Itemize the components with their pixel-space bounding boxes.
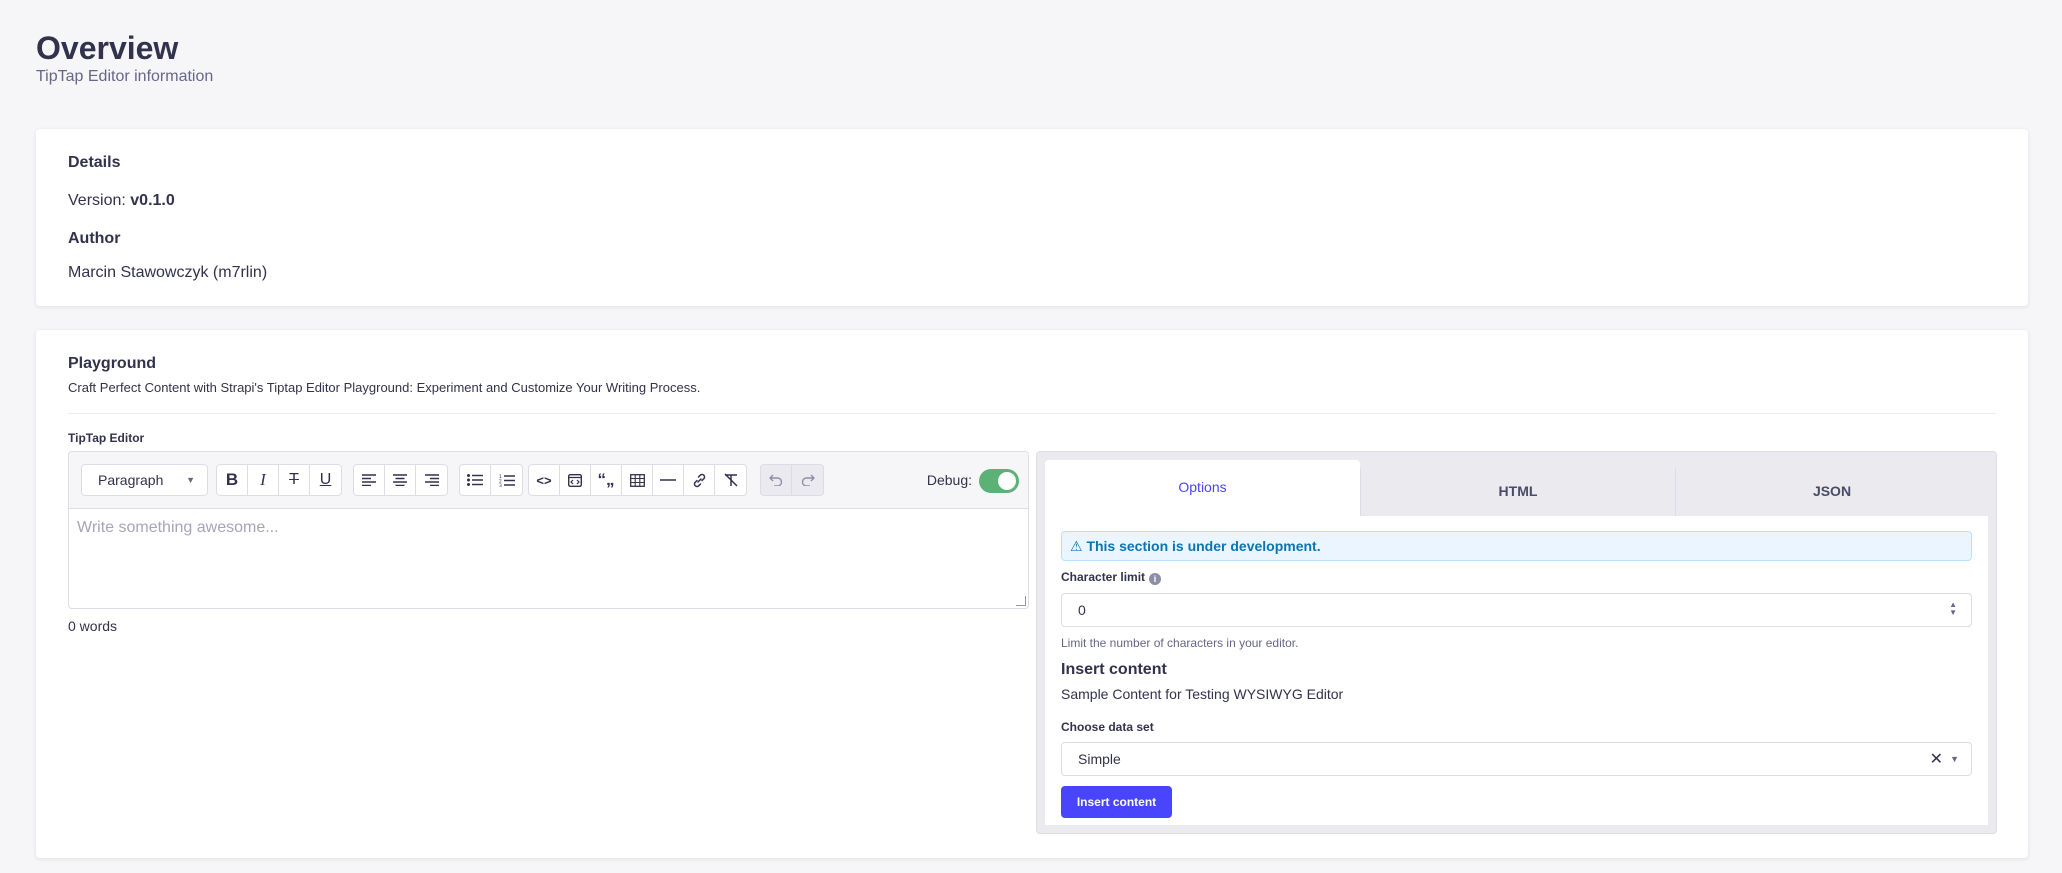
- clear-format-button[interactable]: [715, 465, 746, 495]
- insert-group: <> “„: [528, 464, 747, 496]
- caret-down-icon[interactable]: ▼: [1950, 754, 1959, 764]
- page-title: Overview: [36, 30, 179, 66]
- details-heading: Details: [68, 154, 121, 171]
- editor-content[interactable]: Write something awesome...: [69, 509, 1028, 547]
- stepper-down-icon[interactable]: ▼: [1949, 609, 1957, 617]
- format-group: B I T U: [216, 464, 342, 496]
- resize-handle[interactable]: [1016, 596, 1026, 606]
- bullet-list-icon: [467, 474, 483, 486]
- info-icon[interactable]: i: [1149, 573, 1162, 585]
- options-tabs: Options HTML JSON: [1045, 460, 1988, 516]
- strikethrough-button[interactable]: T: [279, 465, 310, 495]
- redo-icon: [801, 474, 815, 486]
- italic-icon: I: [260, 470, 266, 489]
- table-button[interactable]: [622, 465, 653, 495]
- dataset-label: Choose data set: [1061, 720, 1154, 734]
- code-icon: <>: [536, 472, 552, 488]
- list-group: 123: [459, 464, 523, 496]
- char-limit-hint: Limit the number of characters in your e…: [1061, 636, 1299, 650]
- dataset-select[interactable]: Simple ✕ ▼: [1061, 742, 1972, 776]
- underline-button[interactable]: U: [310, 465, 341, 495]
- options-body: ⚠ This section is under development. Cha…: [1045, 516, 1988, 825]
- horizontal-rule-button[interactable]: [653, 465, 684, 495]
- tab-json[interactable]: JSON: [1675, 468, 1988, 516]
- version-label: Version:: [68, 192, 126, 209]
- ordered-list-icon: 123: [499, 474, 515, 487]
- underline-icon: U: [319, 471, 332, 488]
- bold-button[interactable]: B: [217, 465, 248, 495]
- tab-html[interactable]: HTML: [1360, 468, 1675, 516]
- code-button[interactable]: <>: [529, 465, 560, 495]
- word-count: 0 words: [68, 618, 118, 634]
- link-button[interactable]: [684, 465, 715, 495]
- insert-content-button[interactable]: Insert content: [1061, 786, 1172, 818]
- insert-content-title: Insert content: [1061, 661, 1167, 678]
- editor-label: TipTap Editor: [68, 431, 145, 445]
- align-group: [353, 464, 448, 496]
- divider: [68, 413, 1996, 414]
- code-block-button[interactable]: [560, 465, 591, 495]
- caret-down-icon: ▼: [186, 475, 195, 485]
- debug-label: Debug:: [926, 472, 972, 488]
- link-icon: [693, 473, 705, 487]
- align-left-icon: [362, 474, 376, 486]
- svg-text:3: 3: [499, 483, 502, 487]
- dataset-value: Simple: [1078, 751, 1121, 767]
- insert-content-subtitle: Sample Content for Testing WYSIWYG Edito…: [1061, 686, 1344, 702]
- char-limit-label-text: Character limit: [1061, 570, 1146, 584]
- playground-description: Craft Perfect Content with Strapi's Tipt…: [68, 380, 701, 395]
- char-limit-label: Character limit i: [1061, 570, 1162, 585]
- italic-button[interactable]: I: [248, 465, 279, 495]
- page-subtitle: TipTap Editor information: [36, 68, 214, 85]
- history-group: [760, 464, 824, 496]
- strikethrough-icon: T: [289, 471, 299, 488]
- quote-icon: “„: [597, 470, 615, 489]
- align-right-icon: [424, 474, 439, 486]
- editor-toolbar: Paragraph ▼ B I T U 1 2 3 <> “„ Debug:: [69, 452, 1028, 509]
- align-center-icon: [393, 474, 407, 486]
- author-heading: Author: [68, 230, 121, 247]
- undo-icon: [769, 474, 783, 486]
- debug-toggle[interactable]: [979, 469, 1019, 493]
- undo-button[interactable]: [761, 465, 792, 495]
- redo-button[interactable]: [792, 465, 823, 495]
- author-name: Marcin Stawowczyk (m7rlin): [68, 264, 268, 281]
- playground-title: Playground: [68, 355, 157, 372]
- playground-card: Playground Craft Perfect Content with St…: [36, 330, 2028, 858]
- number-stepper[interactable]: ▲ ▼: [1949, 601, 1957, 617]
- options-panel: Options HTML JSON ⚠ This section is unde…: [1036, 451, 1997, 834]
- dev-alert: ⚠ This section is under development.: [1061, 531, 1972, 561]
- char-limit-value: 0: [1078, 602, 1086, 618]
- blockquote-button[interactable]: “„: [591, 465, 622, 495]
- tiptap-editor: Paragraph ▼ B I T U 1 2 3 <> “„ Debug: W…: [68, 451, 1029, 609]
- align-right-button[interactable]: [416, 465, 447, 495]
- code-block-icon: [568, 473, 582, 487]
- tab-options[interactable]: Options: [1045, 460, 1360, 516]
- clear-icon[interactable]: ✕: [1930, 749, 1943, 769]
- toggle-knob: [998, 472, 1016, 490]
- bold-icon: B: [225, 470, 239, 489]
- block-type-select[interactable]: Paragraph ▼: [81, 464, 208, 496]
- bullet-list-button[interactable]: [460, 465, 491, 495]
- editor-placeholder: Write something awesome...: [77, 519, 279, 536]
- ordered-list-button[interactable]: 123: [491, 465, 522, 495]
- version-value: v0.1.0: [130, 192, 175, 209]
- horizontal-rule-icon: [660, 479, 676, 481]
- page-header: Overview TipTap Editor information: [36, 28, 213, 86]
- clear-format-icon: [723, 473, 738, 487]
- block-type-value: Paragraph: [98, 472, 164, 488]
- align-left-button[interactable]: [354, 465, 385, 495]
- table-icon: [629, 473, 645, 487]
- details-card: Details Version: v0.1.0 Author Marcin St…: [36, 129, 2028, 306]
- version-line: Version: v0.1.0: [68, 192, 175, 210]
- align-center-button[interactable]: [385, 465, 416, 495]
- char-limit-input[interactable]: 0 ▲ ▼: [1061, 593, 1972, 627]
